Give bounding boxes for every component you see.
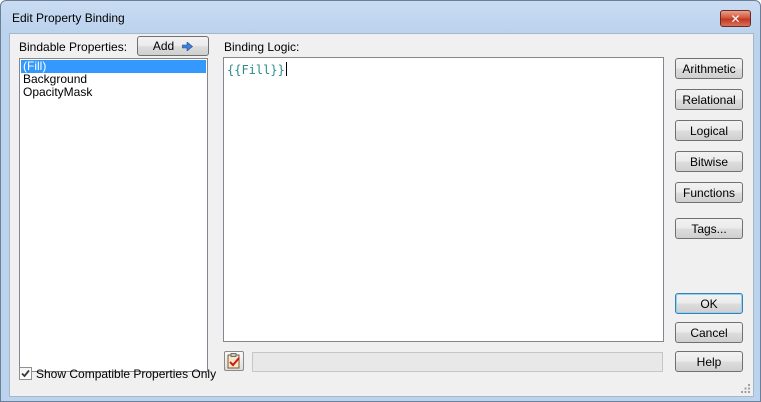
close-icon: ✕ [730,11,741,26]
show-compatible-checkbox[interactable] [19,367,32,380]
window-title: Edit Property Binding [12,11,125,25]
arrow-right-icon [182,41,194,51]
binding-code: {{Fill}} [227,62,287,77]
help-button[interactable]: Help [675,351,743,372]
relational-button[interactable]: Relational [675,89,743,110]
clipboard-check-icon [227,353,240,369]
checkmark-icon [21,369,30,378]
cancel-button[interactable]: Cancel [675,322,743,343]
functions-button[interactable]: Functions [675,182,743,203]
add-button[interactable]: Add [137,36,209,56]
binding-logic-editor[interactable]: {{Fill}} [223,57,664,342]
tags-button[interactable]: Tags... [675,218,743,239]
list-item[interactable]: OpacityMask [20,86,207,99]
edit-property-binding-dialog: Edit Property Binding ✕ Bindable Propert… [0,0,761,402]
dialog-body: Bindable Properties: Add (Fill) Backgrou… [9,33,754,397]
arithmetic-button[interactable]: Arithmetic [675,58,743,79]
binding-logic-label: Binding Logic: [224,40,300,54]
bindable-properties-list[interactable]: (Fill) Background OpacityMask [19,58,208,372]
text-caret [285,62,287,76]
logical-button[interactable]: Logical [675,120,743,141]
show-compatible-label: Show Compatible Properties Only [36,367,217,381]
bindable-properties-label: Bindable Properties: [19,40,128,54]
binding-code-text: {{Fill}} [227,63,285,77]
title-bar[interactable]: Edit Property Binding ✕ [1,1,760,34]
resize-grip-icon[interactable] [741,384,751,394]
add-button-label: Add [152,39,175,53]
status-bar [252,352,663,372]
close-button[interactable]: ✕ [720,10,751,27]
ok-button[interactable]: OK [675,293,743,314]
validate-button[interactable] [224,351,244,371]
bitwise-button[interactable]: Bitwise [675,151,743,172]
